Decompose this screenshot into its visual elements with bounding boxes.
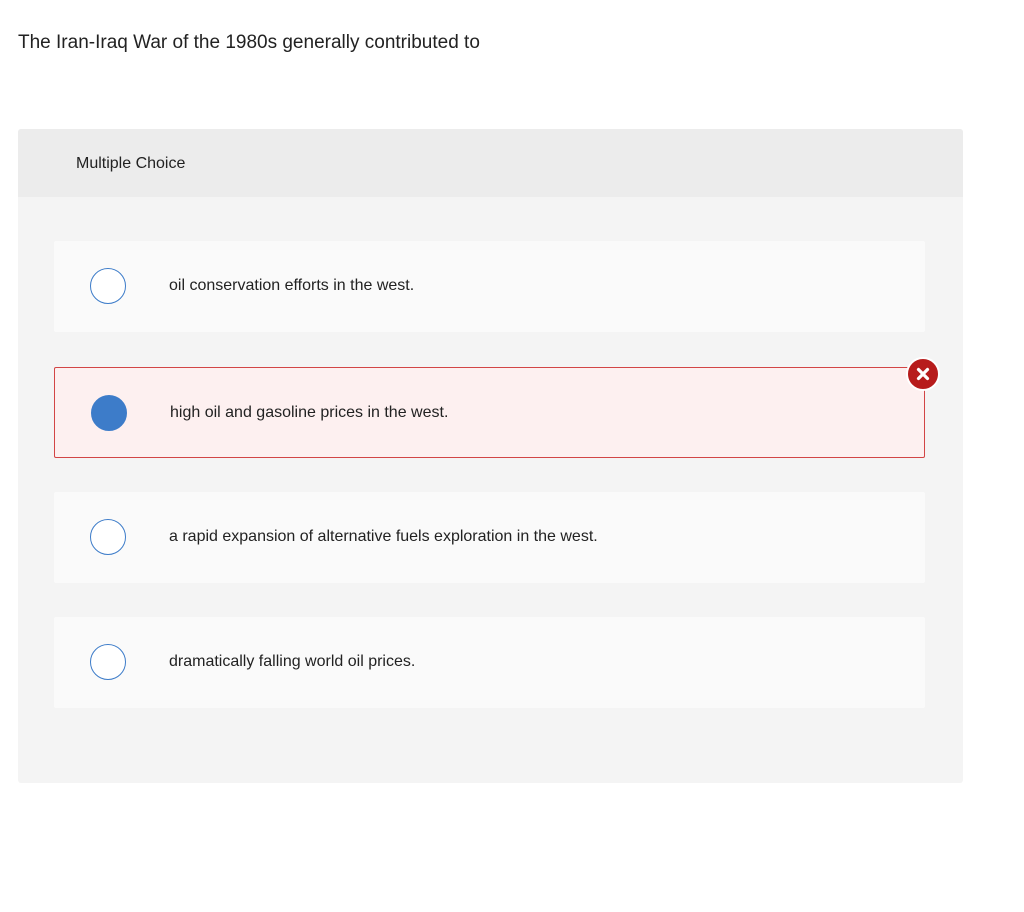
option-label: high oil and gasoline prices in the west… bbox=[170, 404, 449, 421]
option-label: oil conservation efforts in the west. bbox=[169, 277, 415, 294]
close-x-icon bbox=[906, 357, 940, 391]
answer-option-1[interactable]: oil conservation efforts in the west. bbox=[54, 241, 925, 332]
answer-option-4[interactable]: dramatically falling world oil prices. bbox=[54, 617, 925, 708]
question-text: The Iran-Iraq War of the 1980s generally… bbox=[18, 32, 480, 53]
radio-button[interactable] bbox=[90, 519, 126, 555]
answer-option-2[interactable]: high oil and gasoline prices in the west… bbox=[54, 357, 940, 458]
option-label: dramatically falling world oil prices. bbox=[169, 653, 416, 670]
answer-option-3[interactable]: a rapid expansion of alternative fuels e… bbox=[54, 492, 925, 583]
radio-button[interactable] bbox=[90, 268, 126, 304]
radio-button[interactable] bbox=[90, 644, 126, 680]
panel-header: Multiple Choice bbox=[18, 129, 963, 197]
radio-button-selected[interactable] bbox=[91, 395, 127, 431]
option-label: a rapid expansion of alternative fuels e… bbox=[169, 528, 598, 545]
panel-title: Multiple Choice bbox=[76, 155, 186, 172]
multiple-choice-panel: Multiple Choice oil conservation efforts… bbox=[18, 129, 963, 783]
